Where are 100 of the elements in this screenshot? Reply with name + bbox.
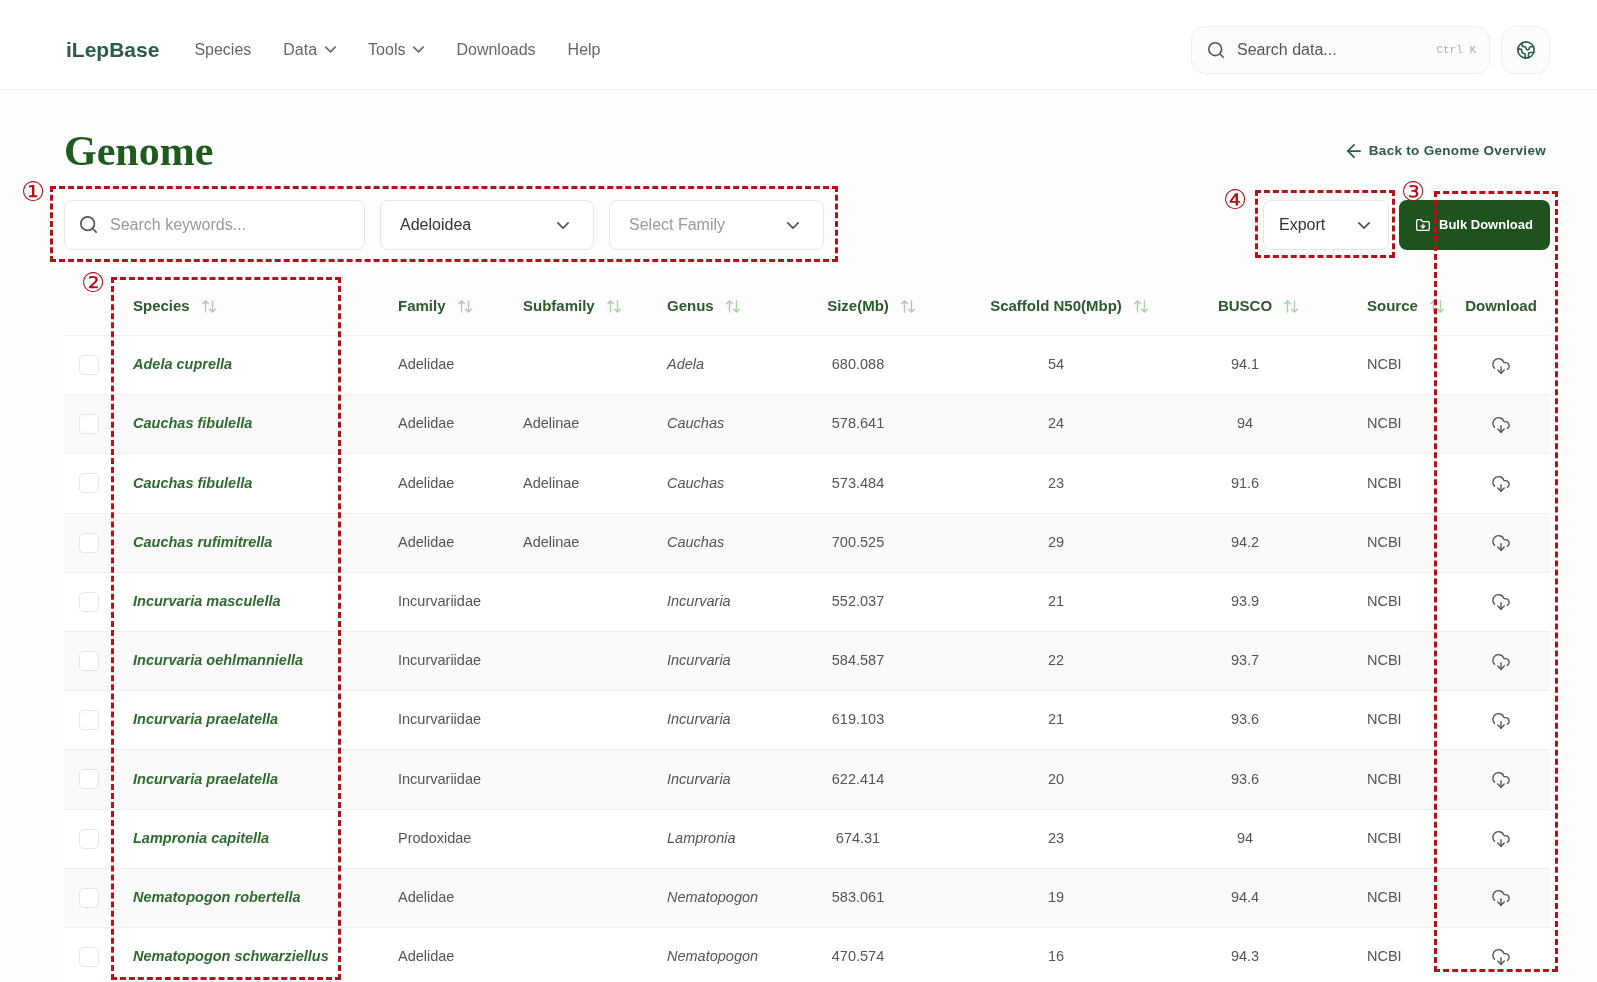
cloud-download-icon[interactable] (1492, 889, 1510, 907)
back-link[interactable]: Back to Genome Overview (1346, 140, 1546, 162)
column-header[interactable]: Genus (667, 295, 740, 318)
cloud-download-icon[interactable] (1492, 534, 1510, 552)
nav-link[interactable]: Help (567, 37, 601, 62)
table-cell-text: 29 (1047, 532, 1065, 552)
table-cell-text: 674.31 (835, 828, 881, 848)
table-cell-text: Adelidae (398, 414, 455, 434)
table-cell-text: 619.103 (831, 710, 885, 730)
nav-link[interactable]: Downloads (456, 37, 536, 62)
nav-link[interactable]: Tools (368, 37, 425, 62)
bulk-download-button[interactable]: Bulk Download (1399, 200, 1550, 250)
table-cell-text: 21 (1047, 591, 1065, 611)
cloud-download-icon[interactable] (1492, 948, 1510, 966)
species-link[interactable]: Incurvaria praelatella (133, 709, 279, 732)
row-checkbox[interactable] (79, 355, 99, 376)
table-cell-text: 622.414 (831, 769, 885, 789)
table-cell-text: Adelidae (398, 473, 455, 493)
row-checkbox[interactable] (79, 769, 99, 790)
row-checkbox[interactable] (79, 710, 99, 731)
globe-button[interactable] (1501, 25, 1550, 74)
cloud-download-icon[interactable] (1492, 474, 1510, 492)
annotation-number: ② (80, 268, 106, 296)
species-link[interactable]: Incurvaria oehlmanniella (133, 650, 304, 672)
row-checkbox[interactable] (79, 414, 99, 435)
row-checkbox[interactable] (79, 532, 99, 553)
table-cell-text: Cauchas (667, 473, 725, 493)
table-cell-text: NCBI (1367, 473, 1402, 493)
cloud-download-icon[interactable] (1492, 711, 1510, 729)
species-link[interactable]: Adela cuprella (133, 354, 233, 376)
species-link[interactable]: Cauchas fibulella (133, 472, 253, 495)
table-cell-text: 552.037 (831, 591, 885, 611)
cloud-download-icon[interactable] (1492, 830, 1510, 848)
species-link[interactable]: Lampronia capitella (133, 827, 270, 850)
table-cell-text: NCBI (1367, 710, 1402, 730)
column-header[interactable]: Source (1367, 295, 1444, 318)
keyword-search-field[interactable]: Search keywords... (64, 200, 365, 250)
table-cell-text: Incurvaria (667, 769, 731, 789)
table-cell-text: 93.7 (1230, 651, 1260, 671)
row-checkbox[interactable] (79, 651, 99, 672)
table-cell-text: NCBI (1367, 591, 1402, 611)
site-logo[interactable]: iLepBase (66, 33, 160, 66)
cloud-download-icon[interactable] (1492, 652, 1510, 670)
row-checkbox[interactable] (79, 887, 99, 908)
table-cell-text: 94.4 (1230, 887, 1260, 907)
nav-link[interactable]: Data (283, 37, 337, 62)
table-cell-text: 21 (1047, 710, 1065, 730)
table-cell-text: Cauchas (667, 414, 725, 434)
table-cell-text: Lampronia (667, 828, 736, 848)
globe-icon (1516, 40, 1535, 59)
table-cell-text: 16 (1047, 947, 1065, 967)
table-cell-text: 23 (1047, 828, 1065, 848)
export-select[interactable]: Export (1263, 200, 1389, 250)
species-link[interactable]: Nematopogon schwarziellus (133, 946, 329, 968)
cloud-download-icon[interactable] (1492, 770, 1510, 788)
table-cell-text: 93.9 (1230, 591, 1260, 611)
row-checkbox[interactable] (79, 946, 99, 967)
column-header[interactable]: BUSCO (1217, 295, 1299, 318)
search-icon (80, 216, 97, 233)
cloud-download-icon[interactable] (1492, 415, 1510, 433)
table-cell-text: 94.3 (1230, 947, 1260, 967)
table-cell-text: 470.574 (831, 947, 885, 967)
table-cell-text: 54 (1047, 355, 1065, 375)
column-header[interactable]: Size(Mb) (827, 295, 915, 318)
nav-link[interactable]: Species (194, 37, 252, 62)
table-cell-text: Adelinae (523, 473, 580, 493)
annotation-number: ① (20, 177, 46, 205)
table-cell-text: NCBI (1367, 414, 1402, 434)
table-cell-text: Adelinae (523, 414, 580, 434)
sort-icon[interactable] (1429, 300, 1444, 313)
species-link[interactable]: Incurvaria masculella (133, 590, 281, 613)
table-cell-text: 94 (1236, 828, 1254, 848)
column-header[interactable]: Family (398, 295, 472, 318)
table-cell-text: Incurvaria (667, 591, 731, 611)
cloud-download-icon[interactable] (1492, 356, 1510, 374)
table-cell-text: 700.525 (831, 532, 885, 552)
chevron-down-icon (1358, 221, 1370, 229)
shortcut-hint: Ctrl K (1436, 42, 1476, 57)
search-icon (1208, 41, 1224, 58)
species-link[interactable]: Incurvaria praelatella (133, 768, 279, 791)
table-cell-text: Prodoxidae (398, 828, 472, 848)
column-header[interactable]: Species (133, 295, 216, 318)
cloud-download-icon[interactable] (1492, 593, 1510, 611)
row-checkbox[interactable] (79, 591, 99, 612)
superfamily-select[interactable]: Adeloidea (380, 200, 594, 250)
column-header[interactable]: Subfamily (523, 295, 621, 318)
chevron-down-icon (787, 221, 799, 229)
table-cell-text: 573.484 (831, 473, 885, 493)
species-link[interactable]: Cauchas rufimitrella (133, 531, 273, 554)
species-link[interactable]: Nematopogon robertella (133, 886, 301, 909)
annotation-number: ④ (1222, 185, 1248, 213)
table-cell-text: 23 (1047, 473, 1065, 493)
species-link[interactable]: Cauchas fibulella (133, 413, 253, 436)
column-header: Download (1465, 296, 1537, 317)
row-checkbox[interactable] (79, 473, 99, 494)
column-header[interactable]: Scaffold N50(Mbp) (990, 295, 1148, 318)
table-cell-text: 94 (1236, 414, 1254, 434)
table-cell-text: 22 (1047, 651, 1065, 671)
row-checkbox[interactable] (79, 828, 99, 849)
table-cell-text: Adela (667, 355, 705, 375)
